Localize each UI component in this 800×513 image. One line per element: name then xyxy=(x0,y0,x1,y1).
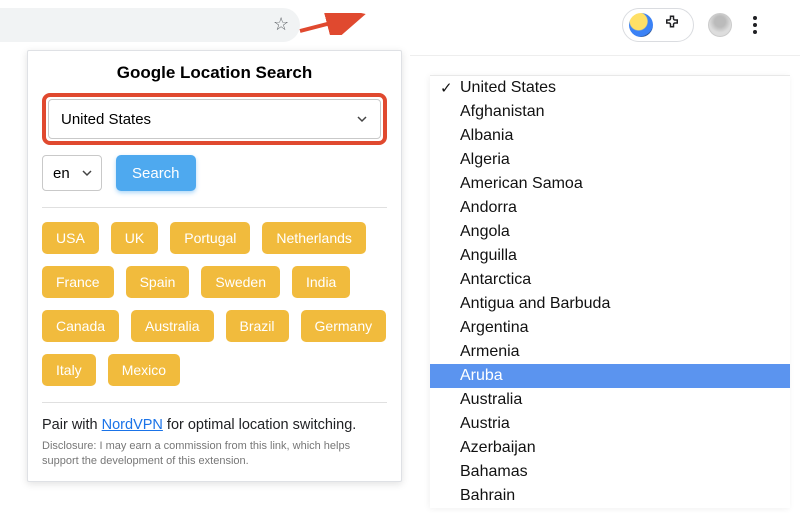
country-chip[interactable]: UK xyxy=(111,222,158,254)
country-chip[interactable]: France xyxy=(42,266,114,298)
country-chip[interactable]: Sweden xyxy=(201,266,280,298)
lang-search-row: en Search xyxy=(42,155,387,191)
search-button[interactable]: Search xyxy=(116,155,196,191)
chevron-down-icon xyxy=(356,113,368,125)
dropdown-option[interactable]: American Samoa xyxy=(430,172,790,196)
dropdown-option[interactable]: Austria xyxy=(430,412,790,436)
extensions-icon[interactable] xyxy=(663,14,681,37)
country-select[interactable]: United States xyxy=(48,99,381,139)
country-chip[interactable]: Canada xyxy=(42,310,119,342)
country-chip[interactable]: India xyxy=(292,266,350,298)
browser-menu[interactable] xyxy=(746,16,764,34)
pinned-extension-pill xyxy=(622,8,694,42)
dropdown-option[interactable]: Bahamas xyxy=(430,460,790,484)
dropdown-option[interactable]: United States xyxy=(430,76,790,100)
country-chip[interactable]: Australia xyxy=(131,310,213,342)
country-chip[interactable]: Brazil xyxy=(226,310,289,342)
dropdown-option[interactable]: Angola xyxy=(430,220,790,244)
country-chip[interactable]: USA xyxy=(42,222,99,254)
country-select-value: United States xyxy=(61,111,151,128)
nordvpn-link[interactable]: NordVPN xyxy=(102,417,163,433)
country-chip[interactable]: Italy xyxy=(42,354,96,386)
country-chip[interactable]: Germany xyxy=(301,310,387,342)
language-select-value: en xyxy=(53,165,70,182)
browser-toolbar xyxy=(0,5,800,45)
extension-toolbar-area xyxy=(622,8,764,42)
dropdown-option[interactable]: Albania xyxy=(430,124,790,148)
dropdown-option[interactable]: Algeria xyxy=(430,148,790,172)
dropdown-option[interactable]: Aruba xyxy=(430,364,790,388)
divider xyxy=(42,402,387,403)
dropdown-option[interactable]: Afghanistan xyxy=(430,100,790,124)
dropdown-option[interactable]: Andorra xyxy=(430,196,790,220)
pair-prefix: Pair with xyxy=(42,417,102,433)
language-select[interactable]: en xyxy=(42,155,102,191)
pair-suffix: for optimal location switching. xyxy=(163,417,356,433)
popup-title: Google Location Search xyxy=(42,59,387,93)
pair-text: Pair with NordVPN for optimal location s… xyxy=(42,417,387,433)
dropdown-option[interactable]: Argentina xyxy=(430,316,790,340)
dropdown-option[interactable]: Anguilla xyxy=(430,244,790,268)
dropdown-option[interactable]: Australia xyxy=(430,388,790,412)
disclosure-text: Disclosure: I may earn a commission from… xyxy=(42,439,387,469)
dropdown-option[interactable]: Armenia xyxy=(430,340,790,364)
dropdown-option[interactable]: Bahrain xyxy=(430,484,790,508)
quick-country-chips: USA UK Portugal Netherlands France Spain Swede… xyxy=(42,222,387,386)
profile-avatar[interactable] xyxy=(708,13,732,37)
country-chip[interactable]: Spain xyxy=(126,266,190,298)
location-search-extension-icon[interactable] xyxy=(629,13,653,37)
dropdown-option[interactable]: Azerbaijan xyxy=(430,436,790,460)
country-chip[interactable]: Netherlands xyxy=(262,222,366,254)
chevron-down-icon xyxy=(81,167,93,179)
page-divider xyxy=(410,55,800,56)
dropdown-option[interactable]: Antarctica xyxy=(430,268,790,292)
country-dropdown-list[interactable]: United StatesAfghanistanAlbaniaAlgeriaAm… xyxy=(430,75,790,508)
extension-popup: Google Location Search United States en … xyxy=(27,50,402,482)
country-chip[interactable]: Mexico xyxy=(108,354,180,386)
country-chip[interactable]: Portugal xyxy=(170,222,250,254)
dropdown-option[interactable]: Antigua and Barbuda xyxy=(430,292,790,316)
highlight-annotation: United States xyxy=(42,93,387,145)
divider xyxy=(42,207,387,208)
